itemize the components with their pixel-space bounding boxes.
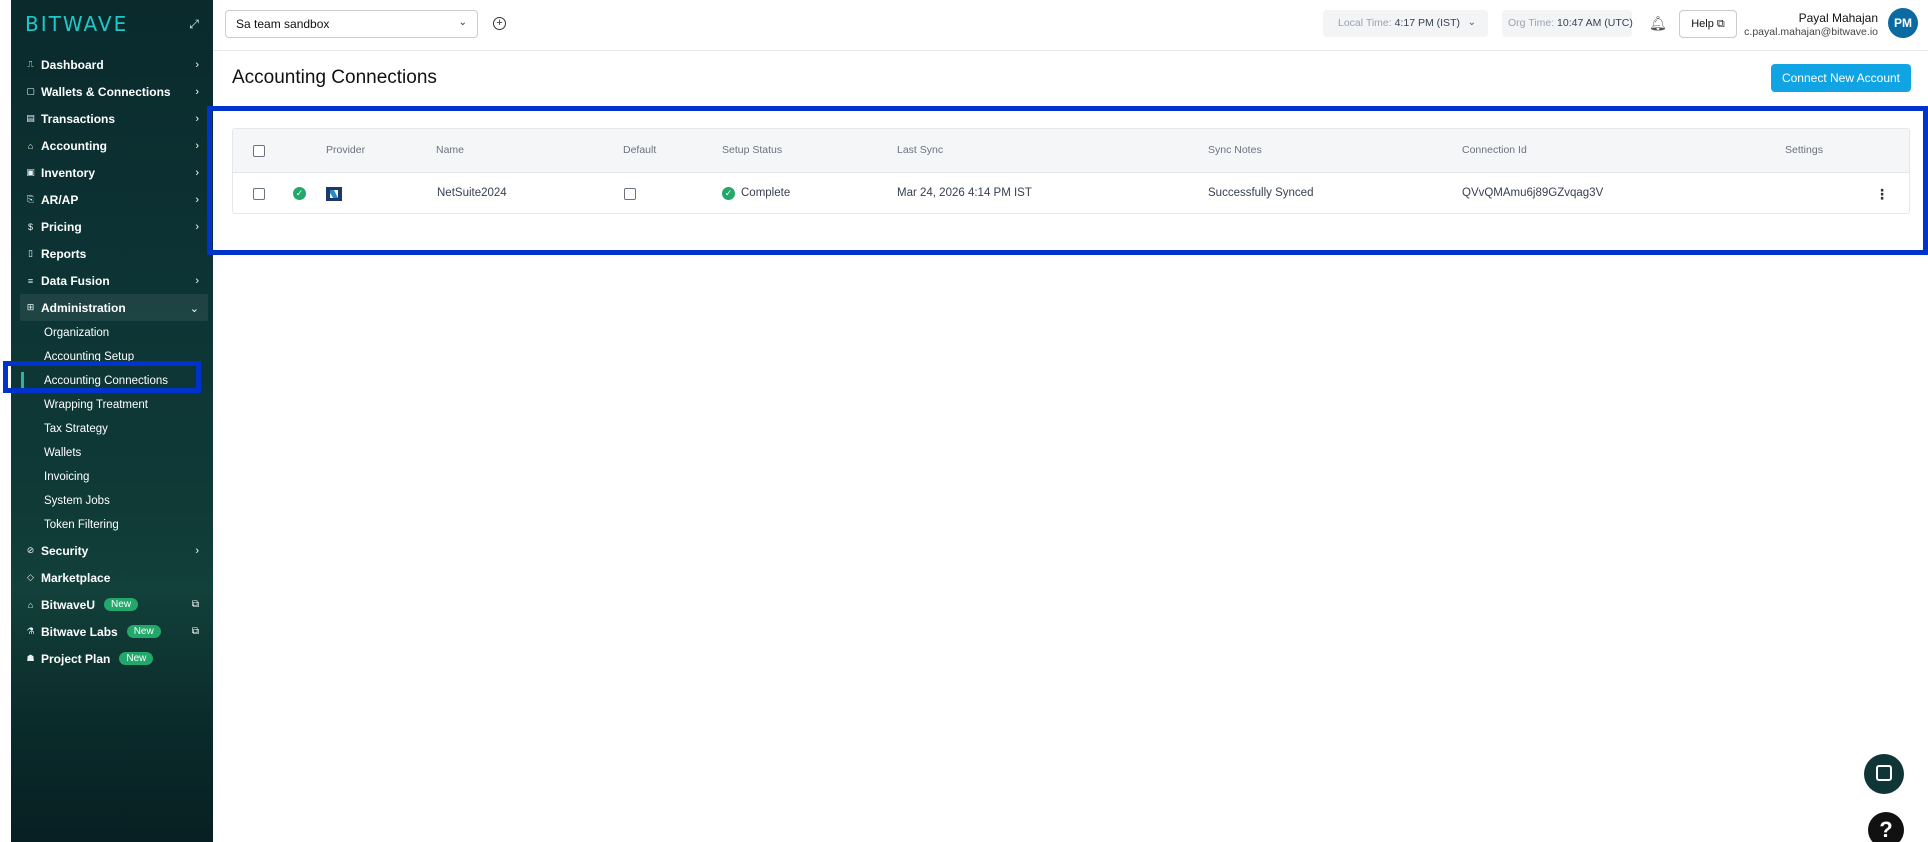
shield-icon: ⊘ (26, 545, 35, 555)
sidebar-item-administration[interactable]: ⊞ Administration ⌄ (20, 294, 208, 321)
sidebar-subitem-organization[interactable]: Organization (11, 321, 213, 345)
sidebar-subitem-invoicing[interactable]: Invoicing (11, 465, 213, 489)
flask-icon: ⚗ (26, 626, 35, 636)
sidebar-item-label: Administration (41, 300, 126, 315)
add-circle-icon[interactable]: + (493, 17, 506, 30)
sidebar-item-ar-ap[interactable]: ⎘ AR/AP › (11, 186, 213, 213)
sidebar-item-bitwave-labs[interactable]: ⚗ Bitwave Labs New ⧉ (11, 618, 213, 645)
dollar-icon: $ (27, 221, 33, 232)
org-time-label: Org Time: (1508, 17, 1555, 29)
invoice-icon: ⎘ (26, 194, 35, 204)
chart-line-icon: ⎍ (27, 59, 34, 69)
external-link-icon: ⧉ (1716, 18, 1725, 30)
local-time-label: Local Time: (1338, 17, 1392, 29)
local-time-value: 4:17 PM (IST) (1394, 17, 1460, 29)
org-time-display: Org Time: 10:47 AM (UTC) (1502, 10, 1633, 37)
sidebar-item-label: Marketplace (41, 570, 111, 585)
chevron-right-icon: › (195, 221, 199, 233)
help-label: Help (1691, 18, 1714, 30)
chevron-right-icon: › (195, 167, 199, 179)
sidebar-subitem-wallets[interactable]: Wallets (11, 441, 213, 465)
highlight-box (207, 106, 1928, 255)
highlight-box (3, 361, 201, 393)
bank-icon: ⌂ (27, 140, 34, 151)
user-email: c.payal.mahajan@bitwave.io (1744, 26, 1878, 38)
admin-icon: ⊞ (26, 302, 35, 312)
chevron-down-icon: ⌄ (458, 17, 467, 28)
chat-button[interactable] (1864, 754, 1904, 794)
org-select-value: Sa team sandbox (236, 17, 330, 31)
inventory-icon: ▣ (26, 167, 35, 177)
database-icon: ≡ (27, 275, 34, 286)
tag-icon: ◇ (27, 572, 34, 582)
chevron-right-icon: › (195, 86, 199, 98)
sidebar-item-label: Accounting (41, 138, 107, 153)
bell-icon[interactable]: 🔔︎ (1649, 15, 1667, 32)
sidebar-item-accounting[interactable]: ⌂ Accounting › (11, 132, 213, 159)
sidebar-item-project-plan[interactable]: ☗ Project Plan New (11, 645, 213, 672)
user-name: Payal Mahajan (1798, 11, 1878, 25)
connect-new-account-button[interactable]: Connect New Account (1771, 64, 1911, 92)
sidebar: BITWAVE ⤢ ⎍ Dashboard › ▢ Wallets & Connect… (11, 0, 213, 842)
sidebar-subitem-wrapping-treatment[interactable]: Wrapping Treatment (11, 393, 213, 417)
sidebar-subitem-tax-strategy[interactable]: Tax Strategy (11, 417, 213, 441)
sidebar-item-label: Transactions (41, 111, 116, 126)
sidebar-item-inventory[interactable]: ▣ Inventory › (11, 159, 213, 186)
new-badge: New (126, 625, 161, 638)
help-button[interactable]: Help ⧉ (1679, 10, 1737, 38)
sidebar-subitem-system-jobs[interactable]: System Jobs (11, 489, 213, 513)
top-bar: Sa team sandbox ⌄ + Local Time: 4:17 PM (… (213, 0, 1928, 51)
chevron-right-icon: › (195, 140, 199, 152)
avatar[interactable]: PM (1888, 8, 1918, 38)
sidebar-item-label: Inventory (41, 165, 96, 180)
sidebar-subitem-token-filtering[interactable]: Token Filtering (11, 513, 213, 537)
sidebar-item-pricing[interactable]: $ Pricing › (11, 213, 213, 240)
sidebar-item-reports[interactable]: ▯ Reports (11, 240, 213, 267)
sidebar-item-bitwaveu[interactable]: ⌂ BitwaveU New ⧉ (11, 591, 213, 618)
sidebar-item-label: Data Fusion (41, 273, 110, 288)
sidebar-item-label: Wallets & Connections (41, 84, 171, 99)
sidebar-item-label: Bitwave Labs (41, 624, 118, 639)
new-badge: New (119, 652, 154, 665)
sidebar-item-security[interactable]: ⊘ Security › (11, 537, 213, 564)
sidebar-item-label: Security (41, 543, 89, 558)
help-question-button[interactable]: ? (1868, 812, 1904, 842)
wallet-icon: ▢ (26, 86, 35, 96)
chevron-right-icon: › (195, 59, 199, 71)
sidebar-item-label: AR/AP (41, 192, 79, 207)
chevron-right-icon: › (195, 545, 199, 557)
sidebar-item-data-fusion[interactable]: ≡ Data Fusion › (11, 267, 213, 294)
graduation-cap-icon: ⌂ (27, 599, 34, 610)
chevron-down-icon: ⌄ (189, 303, 199, 315)
chevron-right-icon: › (195, 113, 199, 125)
sidebar-item-label: Reports (41, 246, 87, 261)
local-time-select[interactable]: Local Time: 4:17 PM (IST) ⌄ (1323, 10, 1488, 37)
sidebar-item-label: Pricing (41, 219, 82, 234)
people-icon: ☗ (26, 653, 35, 663)
org-time-value: 10:47 AM (UTC) (1557, 17, 1633, 29)
chevron-right-icon: › (195, 194, 199, 206)
sidebar-item-label: BitwaveU (41, 597, 96, 612)
bitwave-logo[interactable]: BITWAVE (25, 12, 128, 36)
page-title: Accounting Connections (232, 67, 437, 88)
report-icon: ▯ (28, 248, 33, 258)
chat-icon (1876, 765, 1892, 781)
sidebar-item-dashboard[interactable]: ⎍ Dashboard › (11, 51, 213, 78)
sidebar-item-wallets-connections[interactable]: ▢ Wallets & Connections › (11, 78, 213, 105)
sidebar-item-transactions[interactable]: ▤ Transactions › (11, 105, 213, 132)
sidebar-item-label: Project Plan (41, 651, 111, 666)
list-icon: ▤ (26, 113, 35, 123)
sidebar-item-marketplace[interactable]: ◇ Marketplace (11, 564, 213, 591)
org-select[interactable]: Sa team sandbox ⌄ (225, 10, 478, 38)
new-badge: New (104, 598, 139, 611)
external-link-icon: ⧉ (191, 626, 199, 637)
external-link-icon: ⧉ (191, 599, 199, 610)
sidebar-item-label: Dashboard (41, 57, 104, 72)
chevron-down-icon: ⌄ (1467, 17, 1476, 28)
expand-icon[interactable]: ⤢ (186, 16, 202, 32)
chevron-right-icon: › (195, 275, 199, 287)
